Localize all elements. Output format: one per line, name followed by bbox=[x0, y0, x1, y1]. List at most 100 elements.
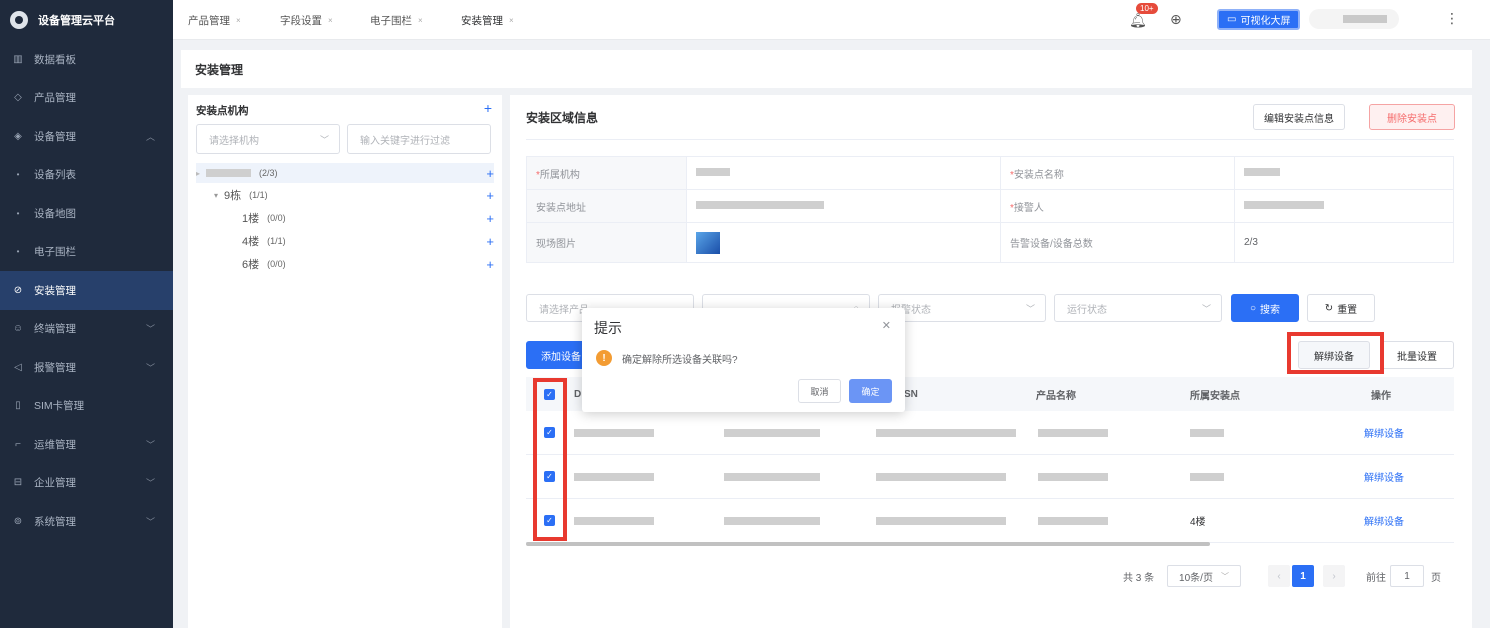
redacted-cell bbox=[574, 472, 654, 481]
tree-node-root[interactable]: ▸ (2/3) + bbox=[196, 163, 494, 183]
sidebar-item-label: 数据看板 bbox=[34, 53, 76, 66]
add-node-icon[interactable]: + bbox=[486, 257, 494, 272]
photo-label: 现场图片 bbox=[526, 222, 687, 263]
alarm-icon: ◁ bbox=[14, 361, 22, 373]
cancel-button[interactable]: 取消 bbox=[798, 379, 841, 403]
dashboard-screen-button[interactable]: ▭ 可视化大屏 bbox=[1217, 9, 1301, 30]
sidebar-item-alarms[interactable]: ◁ 报警管理 ﹀ bbox=[0, 348, 173, 387]
edit-site-button[interactable]: 编辑安装点信息 bbox=[1253, 104, 1345, 130]
delete-site-button[interactable]: 删除安装点 bbox=[1369, 104, 1455, 130]
batch-setting-button[interactable]: 批量设置 bbox=[1380, 341, 1454, 369]
user-menu[interactable] bbox=[1309, 9, 1399, 29]
button-label: 编辑安装点信息 bbox=[1264, 113, 1334, 125]
sidebar-item-system[interactable]: ⊚ 系统管理 ﹀ bbox=[0, 502, 173, 541]
sidebar-item-sim[interactable]: ▯ SIM卡管理 bbox=[0, 387, 173, 426]
search-button[interactable]: ○ 搜索 bbox=[1231, 294, 1299, 322]
tab-install-management[interactable]: 安装管理 × bbox=[461, 0, 514, 40]
redacted-value bbox=[1244, 167, 1280, 176]
dialog-title: 提示 bbox=[594, 320, 622, 336]
run-status-select[interactable]: 运行状态 ﹀ bbox=[1054, 294, 1222, 322]
contact-label: *接警人 bbox=[1000, 189, 1235, 223]
tab-geofence[interactable]: 电子围栏 × bbox=[370, 0, 423, 40]
annotation-highlight-checkboxes bbox=[533, 378, 567, 541]
redacted-value bbox=[1244, 200, 1324, 209]
sidebar-item-ops[interactable]: ⌐ 运维管理 ﹀ bbox=[0, 425, 173, 464]
close-icon[interactable]: × bbox=[509, 16, 514, 25]
globe-icon[interactable]: ⊕ bbox=[1170, 11, 1182, 28]
sidebar-item-geofence[interactable]: • 电子围栏 bbox=[0, 233, 173, 272]
redacted-cell bbox=[876, 428, 1016, 437]
settings-icon: ⊘ bbox=[13, 284, 23, 296]
button-label: 添加设备 bbox=[541, 351, 581, 363]
redacted-value bbox=[696, 200, 824, 209]
unbind-link[interactable]: 解绑设备 bbox=[1364, 425, 1404, 440]
tree-node-floor-4[interactable]: 4楼 (1/1) + bbox=[196, 231, 494, 251]
sidebar-item-device-map[interactable]: • 设备地图 bbox=[0, 194, 173, 233]
chevron-down-icon: ﹀ bbox=[145, 324, 155, 335]
site-photo-thumbnail[interactable] bbox=[696, 231, 720, 254]
notification-badge: 10+ bbox=[1136, 3, 1158, 14]
more-icon[interactable]: ⋮ bbox=[1445, 10, 1459, 27]
sidebar-item-device-list[interactable]: • 设备列表 bbox=[0, 156, 173, 195]
sidebar-item-devices[interactable]: ◈ 设备管理 ︿ bbox=[0, 117, 173, 156]
label-text: 所属机构 bbox=[539, 169, 580, 181]
button-label: 可视化大屏 bbox=[1240, 16, 1291, 27]
tree-node-building-9[interactable]: ▾ 9栋 (1/1) + bbox=[196, 185, 494, 205]
tree-filter-input[interactable]: 输入关键字进行过滤 bbox=[347, 124, 491, 154]
redacted-cell bbox=[724, 516, 820, 525]
site-name-label: *安装点名称 bbox=[1000, 156, 1235, 190]
sidebar-item-dashboard[interactable]: ▥ 数据看板 bbox=[0, 40, 173, 79]
horizontal-scrollbar[interactable] bbox=[526, 542, 1210, 546]
add-org-icon[interactable]: + bbox=[484, 100, 492, 116]
caret-down-icon: ▾ bbox=[214, 190, 219, 200]
page-number[interactable]: 1 bbox=[1292, 565, 1314, 587]
tree-node-floor-1[interactable]: 1楼 (0/0) + bbox=[196, 208, 494, 228]
annotation-highlight-unbind-button bbox=[1287, 332, 1384, 374]
close-icon[interactable]: × bbox=[328, 16, 333, 25]
close-icon[interactable]: × bbox=[418, 16, 423, 25]
refresh-icon: ↻ bbox=[1324, 302, 1334, 314]
tab-field-settings[interactable]: 字段设置 × bbox=[280, 0, 333, 40]
layers-icon: ◈ bbox=[14, 130, 22, 142]
prev-page-button[interactable]: ‹ bbox=[1268, 565, 1290, 587]
redacted-cell bbox=[1038, 516, 1108, 525]
site-cell: 4楼 bbox=[1190, 517, 1206, 528]
top-bar: 产品管理 × 字段设置 × 电子围栏 × 安装管理 × 🔔︎ 10+ ⊕ ▭ 可视化大屏 … bbox=[173, 0, 1490, 40]
close-icon[interactable]: ✕ bbox=[882, 319, 891, 332]
close-icon[interactable]: × bbox=[236, 16, 241, 25]
sidebar-item-label: 安装管理 bbox=[34, 284, 76, 297]
tree-node-label: 9栋 bbox=[224, 190, 242, 202]
next-page-button[interactable]: › bbox=[1323, 565, 1345, 587]
photo-value[interactable] bbox=[686, 222, 1001, 263]
gear-icon: ⊚ bbox=[13, 515, 23, 527]
add-node-icon[interactable]: + bbox=[486, 211, 494, 226]
divider bbox=[526, 139, 1454, 140]
redacted-value bbox=[696, 167, 730, 176]
sidebar-item-products[interactable]: ◇ 产品管理 bbox=[0, 79, 173, 118]
add-node-icon[interactable]: + bbox=[486, 188, 494, 203]
tab-product-management[interactable]: 产品管理 × bbox=[188, 0, 241, 40]
user-icon: ☺ bbox=[12, 323, 24, 335]
column-header: 产品名称 bbox=[1036, 390, 1076, 402]
add-node-icon[interactable]: + bbox=[486, 234, 494, 249]
confirm-button[interactable]: 确定 bbox=[849, 379, 892, 403]
org-value bbox=[686, 156, 1001, 190]
page-size-select[interactable]: 10条/页 ﹀ bbox=[1167, 565, 1241, 587]
redacted-cell bbox=[1038, 428, 1108, 437]
dot-icon: • bbox=[16, 247, 20, 257]
redacted-cell bbox=[876, 472, 1006, 481]
tree-node-label: 6楼 bbox=[242, 259, 260, 271]
sidebar-item-label: 系统管理 bbox=[34, 515, 76, 528]
bell-icon[interactable]: 🔔︎ bbox=[1129, 12, 1147, 29]
sidebar-item-enterprise[interactable]: ⊟ 企业管理 ﹀ bbox=[0, 464, 173, 503]
reset-button[interactable]: ↻ 重置 bbox=[1307, 294, 1375, 322]
org-select[interactable]: 请选择机构 ﹀ bbox=[196, 124, 340, 154]
add-node-icon[interactable]: + bbox=[486, 166, 494, 181]
unbind-link[interactable]: 解绑设备 bbox=[1364, 513, 1404, 528]
unbind-link[interactable]: 解绑设备 bbox=[1364, 469, 1404, 484]
goto-page-input[interactable]: 1 bbox=[1390, 565, 1424, 587]
tree-node-floor-6[interactable]: 6楼 (0/0) + bbox=[196, 254, 494, 274]
column-header: SN bbox=[904, 388, 918, 400]
sidebar-item-terminals[interactable]: ☺ 终端管理 ﹀ bbox=[0, 310, 173, 349]
sidebar-item-install[interactable]: ⊘ 安装管理 bbox=[0, 271, 173, 310]
